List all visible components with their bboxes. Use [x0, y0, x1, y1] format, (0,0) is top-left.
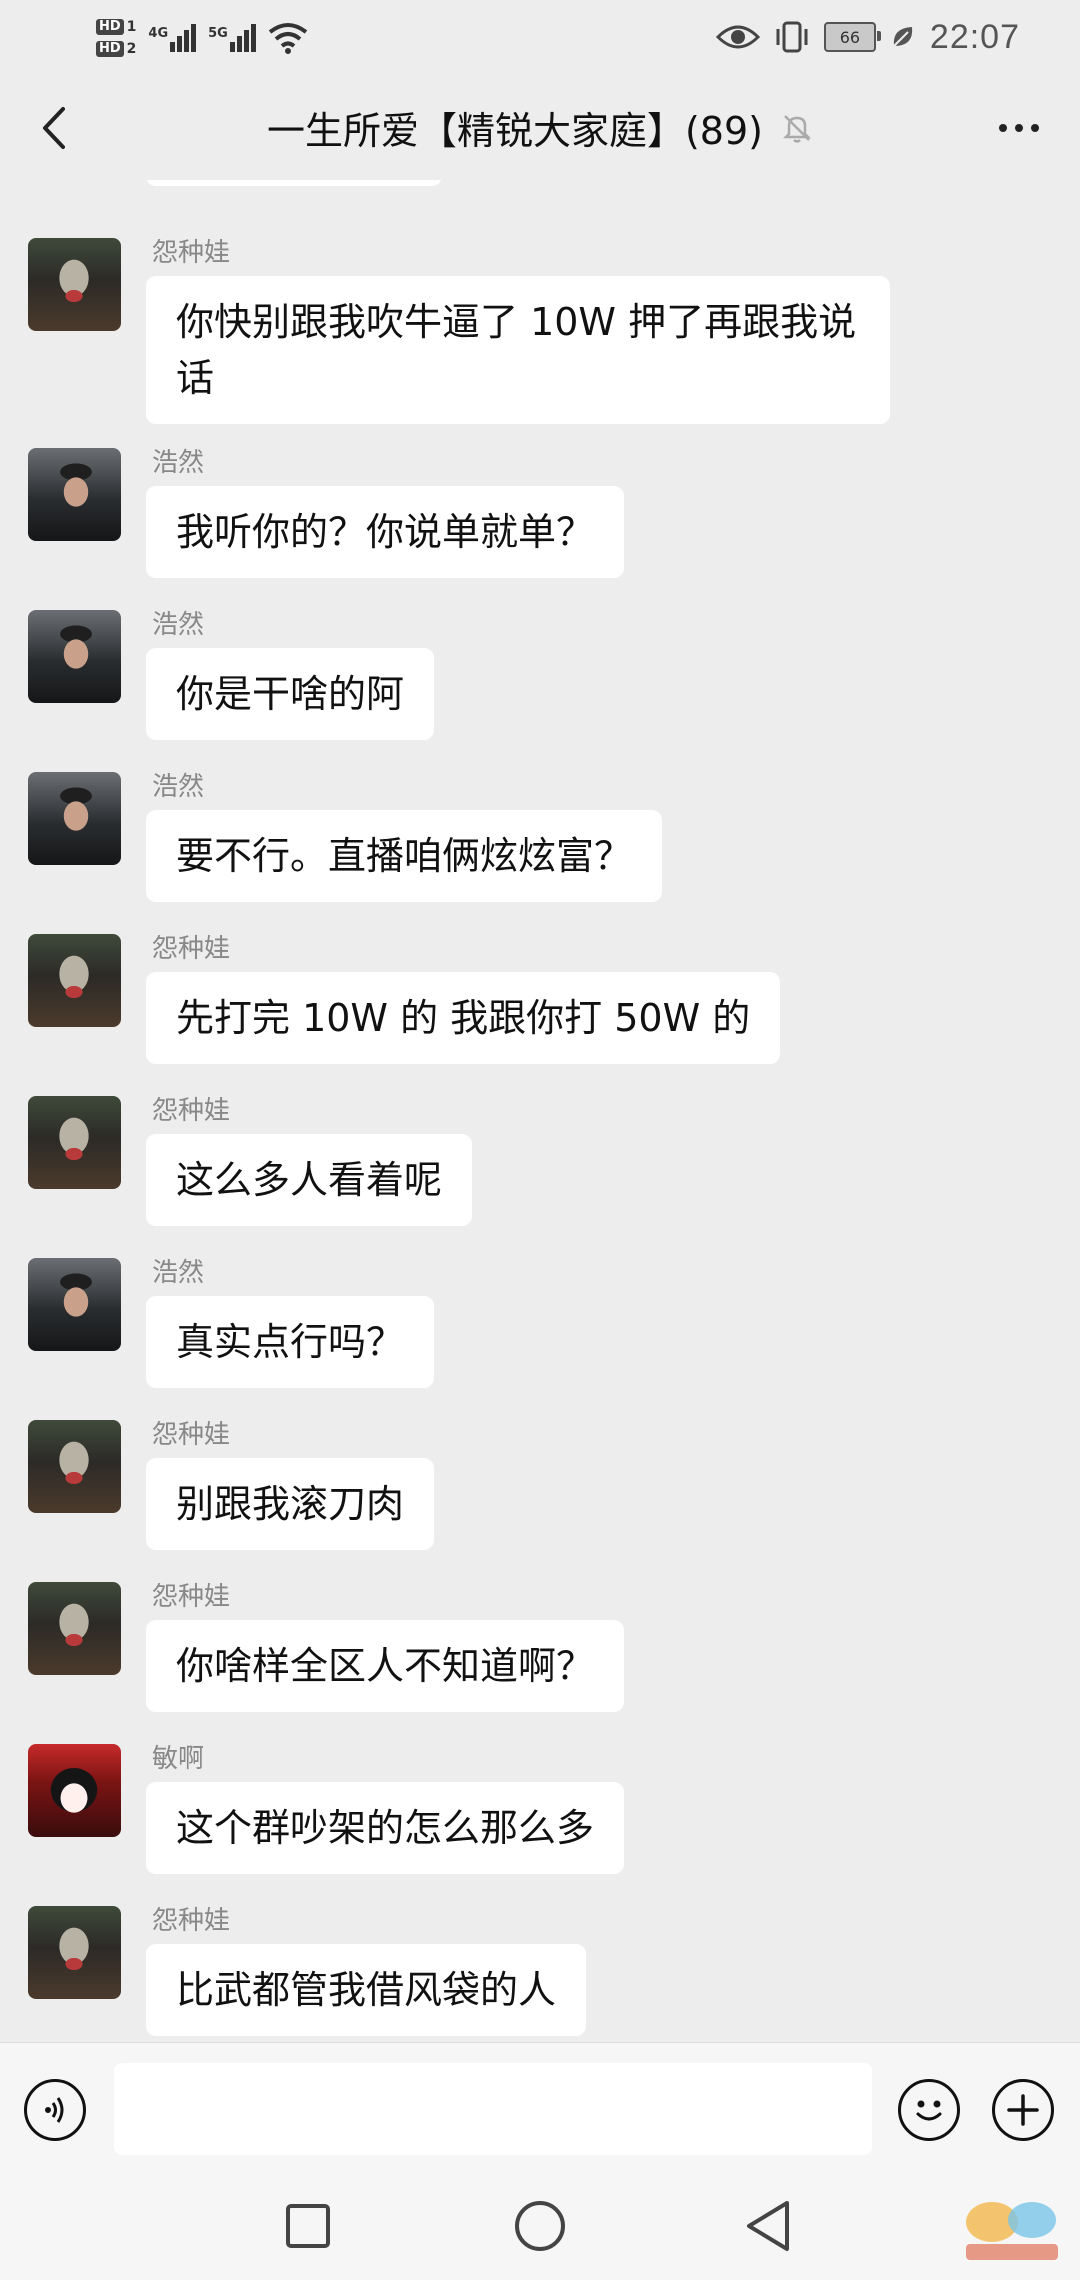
message-bubble[interactable]: 这么多人看着呢 — [146, 1134, 473, 1226]
recent-apps-icon — [286, 2204, 330, 2248]
more-dots-icon — [1031, 124, 1039, 132]
recent-apps-button[interactable] — [278, 2196, 338, 2256]
sender-name: 怨种娃 — [152, 1420, 231, 1450]
message-input[interactable] — [114, 2063, 872, 2155]
sim2-hd-badge: HD — [96, 41, 124, 57]
partial-message-bubble — [146, 180, 442, 186]
avatar[interactable] — [28, 610, 121, 703]
plus-button[interactable] — [992, 2079, 1054, 2141]
home-icon — [515, 2201, 565, 2251]
message-bubble[interactable]: 真实点行吗？ — [146, 1296, 435, 1388]
message-bubble[interactable]: 你是干啥的阿 — [146, 648, 435, 740]
sender-name: 浩然 — [152, 772, 205, 802]
status-bar: HD 1 HD 2 4G 5G 66 22:07 — [0, 0, 1080, 76]
avatar[interactable] — [28, 1582, 121, 1675]
sim2-number: 2 — [126, 41, 137, 57]
vibrate-icon — [776, 21, 808, 53]
sim-indicators: HD 1 HD 2 — [96, 19, 136, 57]
status-right: 66 22:07 — [715, 14, 1020, 60]
avatar[interactable] — [28, 1420, 121, 1513]
leaf-icon — [893, 27, 913, 47]
more-dots-icon — [1015, 124, 1023, 132]
emoji-icon — [916, 2100, 942, 2121]
more-button[interactable] — [984, 100, 1054, 156]
signal-icon: 5G — [208, 24, 256, 52]
avatar[interactable] — [28, 934, 121, 1027]
message-bubble[interactable]: 别跟我滚刀肉 — [146, 1458, 435, 1550]
message-list[interactable]: 怨种娃 你快别跟我吹牛逼了 10W 押了再跟我说话 浩然 我听你的？你说单就单？… — [0, 180, 1080, 2042]
message-bubble[interactable]: 你快别跟我吹牛逼了 10W 押了再跟我说话 — [146, 276, 890, 424]
message-bubble[interactable]: 先打完 10W 的 我跟你打 50W 的 — [146, 972, 781, 1064]
eye-icon — [715, 25, 760, 49]
sender-name: 浩然 — [152, 1258, 205, 1288]
battery-icon: 66 — [823, 22, 881, 52]
chat-header: 一生所爱【精锐大家庭】(89) — [0, 76, 1080, 180]
emoji-button[interactable] — [898, 2079, 960, 2141]
avatar[interactable] — [28, 1906, 121, 1999]
sender-name: 浩然 — [152, 610, 205, 640]
avatar[interactable] — [28, 1096, 121, 1189]
more-dots-icon — [999, 124, 1007, 132]
network-type-1: 4G — [148, 26, 169, 41]
input-bar — [0, 2042, 1080, 2175]
voice-button[interactable] — [24, 2079, 86, 2141]
chat-title: 一生所爱【精锐大家庭】(89) — [266, 109, 763, 153]
avatar[interactable] — [28, 238, 121, 331]
mute-bell-icon — [782, 114, 812, 143]
message-bubble[interactable]: 比武都管我借风袋的人 — [146, 1944, 587, 2036]
watermark-logo — [966, 2202, 1058, 2260]
voice-icon — [45, 2097, 64, 2123]
signal-icon: 4G — [148, 24, 197, 52]
system-nav-bar — [0, 2174, 1080, 2280]
avatar[interactable] — [28, 772, 121, 865]
network-type-2: 5G — [208, 26, 228, 41]
sender-name: 怨种娃 — [152, 238, 231, 268]
sender-name: 怨种娃 — [152, 1906, 231, 1936]
sender-name: 怨种娃 — [152, 1582, 231, 1612]
avatar[interactable] — [28, 1744, 121, 1837]
sim2-indicator: HD 2 — [96, 41, 136, 57]
sim1-indicator: HD 1 — [96, 19, 136, 35]
sim1-hd-badge: HD — [96, 19, 124, 35]
sim1-number: 1 — [126, 19, 137, 35]
title-area: 一生所爱【精锐大家庭】(89) — [0, 100, 1080, 155]
nav-back-button[interactable] — [738, 2196, 798, 2256]
message-bubble[interactable]: 你啥样全区人不知道啊？ — [146, 1620, 625, 1712]
message-bubble[interactable]: 这个群吵架的怎么那么多 — [146, 1782, 625, 1874]
avatar[interactable] — [28, 448, 121, 541]
clock: 22:07 — [929, 17, 1020, 56]
sender-name: 怨种娃 — [152, 1096, 231, 1126]
status-left: HD 1 HD 2 4G 5G — [96, 8, 308, 68]
battery-level: 66 — [839, 27, 861, 47]
message-bubble[interactable]: 要不行。直播咱俩炫炫富？ — [146, 810, 663, 902]
plus-icon — [1007, 2094, 1039, 2126]
sender-name: 敏啊 — [152, 1744, 205, 1774]
message-bubble[interactable]: 我听你的？你说单就单？ — [146, 486, 625, 578]
wifi-icon — [268, 23, 308, 54]
back-icon — [747, 2201, 789, 2251]
sender-name: 怨种娃 — [152, 934, 231, 964]
home-button[interactable] — [510, 2196, 570, 2256]
sender-name: 浩然 — [152, 448, 205, 478]
avatar[interactable] — [28, 1258, 121, 1351]
